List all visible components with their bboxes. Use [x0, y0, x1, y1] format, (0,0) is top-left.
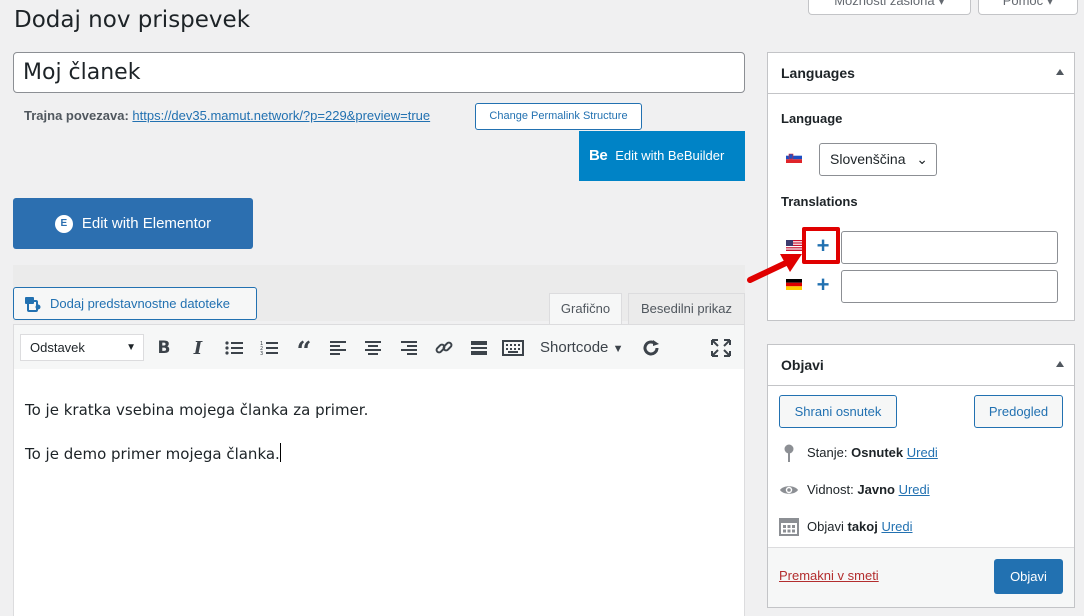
status-value: Osnutek: [851, 445, 904, 460]
bullet-list-icon[interactable]: [222, 336, 246, 360]
permalink-row: Trajna povezava: https://dev35.mamut.net…: [24, 108, 430, 123]
caret-down-icon: ▼: [126, 342, 136, 353]
save-draft-button[interactable]: Shrani osnutek: [779, 395, 897, 428]
publish-time-label: Objavi: [807, 519, 844, 534]
content-paragraph-text: To je demo primer mojega članka.: [25, 445, 280, 463]
visibility-row: Vidnost: Javno Uredi: [807, 482, 930, 497]
elementor-label: Edit with Elementor: [81, 215, 212, 232]
add-media-button[interactable]: Dodaj predstavnostne datoteke: [13, 287, 257, 320]
visibility-value: Javno: [857, 482, 895, 497]
collapse-arrow-icon[interactable]: [1056, 361, 1064, 367]
content-paragraph: To je kratka vsebina mojega članka za pr…: [25, 401, 369, 419]
translation-input-en[interactable]: [841, 231, 1058, 264]
help-button[interactable]: Pomoč ▾: [978, 0, 1078, 15]
chevron-down-icon: ⌄: [916, 151, 928, 167]
eye-icon: [780, 486, 798, 494]
link-icon[interactable]: [432, 336, 456, 360]
edit-with-bebuilder-button[interactable]: Be Edit with BeBuilder: [579, 131, 745, 181]
content-paragraph: To je demo primer mojega članka.: [25, 443, 281, 463]
help-label: Pomoč: [1002, 0, 1044, 8]
status-row: Stanje: Osnutek Uredi: [807, 445, 938, 460]
publish-box-title: Objavi: [768, 345, 1074, 386]
refresh-icon[interactable]: [639, 336, 663, 360]
bold-icon[interactable]: B: [152, 336, 176, 360]
language-select[interactable]: Slovenščina ⌄: [819, 143, 937, 176]
publish-time-value: takoj: [847, 519, 878, 534]
italic-icon[interactable]: I: [186, 336, 210, 360]
align-center-icon[interactable]: [361, 336, 385, 360]
chevron-down-icon: ▾: [938, 0, 945, 8]
status-label: Stanje:: [807, 445, 848, 460]
numbered-list-icon[interactable]: 123: [257, 336, 281, 360]
edit-visibility-link[interactable]: Uredi: [899, 482, 930, 497]
tab-text[interactable]: Besedilni prikaz: [628, 293, 745, 325]
format-select-value: Odstavek: [30, 340, 85, 355]
collapse-arrow-icon[interactable]: [1056, 69, 1064, 75]
si-flag-icon: [786, 152, 802, 163]
elementor-icon: E: [54, 214, 73, 233]
add-translation-de-plus-icon[interactable]: +: [813, 274, 833, 296]
shortcode-dropdown[interactable]: Shortcode ▼: [540, 339, 623, 356]
add-media-label: Dodaj predstavnostne datoteke: [50, 296, 230, 311]
visibility-label: Vidnost:: [807, 482, 854, 497]
move-to-trash-link[interactable]: Premakni v smeti: [779, 568, 879, 583]
read-more-icon[interactable]: [467, 336, 491, 360]
toolbar-toggle-icon[interactable]: [501, 336, 525, 360]
edit-with-elementor-button[interactable]: E Edit with Elementor: [13, 198, 253, 249]
shortcode-label: Shortcode: [540, 339, 609, 356]
preview-button[interactable]: Predogled: [974, 395, 1063, 428]
align-left-icon[interactable]: [327, 336, 351, 360]
publish-button[interactable]: Objavi: [994, 559, 1063, 594]
screen-options-label: Možnosti zaslona: [834, 0, 935, 8]
fullscreen-icon[interactable]: [709, 336, 733, 360]
post-title-input[interactable]: Moj članek: [13, 52, 745, 93]
screen-options-button[interactable]: Možnosti zaslona ▾: [808, 0, 971, 15]
bebuilder-icon: Be: [589, 147, 608, 164]
translation-input-de[interactable]: [841, 270, 1058, 303]
blockquote-icon[interactable]: “: [292, 336, 316, 365]
permalink-link[interactable]: https://dev35.mamut.network/?p=229&previ…: [132, 108, 430, 123]
publish-time-row: Objavi takoj Uredi: [807, 519, 913, 534]
calendar-icon: [779, 518, 799, 536]
svg-text:3: 3: [260, 351, 263, 356]
change-permalink-button[interactable]: Change Permalink Structure: [475, 103, 642, 130]
bebuilder-label: Edit with BeBuilder: [615, 148, 725, 163]
highlight-box: [802, 227, 840, 264]
permalink-label: Trajna povezava:: [24, 108, 129, 123]
languages-box-title: Languages: [768, 53, 1074, 94]
language-select-value: Slovenščina: [830, 151, 906, 167]
chevron-down-icon: ▾: [1046, 0, 1054, 8]
de-flag-icon: [786, 279, 802, 290]
translations-label: Translations: [781, 194, 858, 209]
edit-publish-time-link[interactable]: Uredi: [881, 519, 912, 534]
caret-down-icon: ▼: [612, 343, 624, 355]
text-cursor: [279, 443, 281, 462]
page-title: Dodaj nov prispevek: [14, 7, 251, 33]
format-select[interactable]: Odstavek ▼: [20, 334, 144, 361]
align-right-icon[interactable]: [396, 336, 420, 360]
tab-visual[interactable]: Grafično: [549, 293, 622, 325]
media-icon: [25, 296, 41, 312]
pin-icon: [784, 444, 794, 462]
language-label: Language: [781, 111, 843, 126]
edit-status-link[interactable]: Uredi: [907, 445, 938, 460]
